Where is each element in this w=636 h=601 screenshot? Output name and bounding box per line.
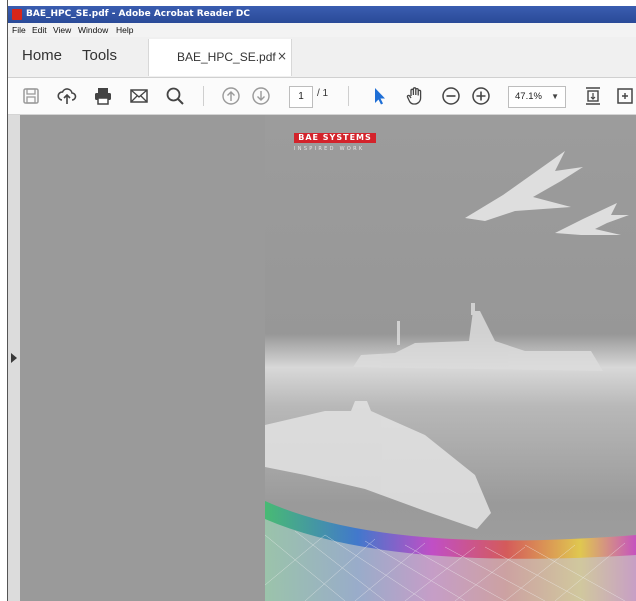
document-tab-label: BAE_HPC_SE.pdf [177,50,276,64]
page-total-label: / 1 [317,88,329,99]
jet-illustration [465,151,629,235]
menu-help[interactable]: Help [116,23,133,37]
toolbar: 1 / 1 47.1% ▼ [8,78,636,115]
more-tools-icon[interactable] [614,85,636,107]
document-canvas [21,115,265,601]
search-icon[interactable] [164,85,186,107]
pdf-page: BAE SYSTEMS INSPIRED WORK [265,115,636,601]
next-page-icon[interactable] [250,85,272,107]
save-icon[interactable] [20,85,42,107]
chevron-down-icon: ▼ [551,92,559,101]
menu-file[interactable]: File [12,23,26,37]
zoom-in-icon[interactable] [470,85,492,107]
page-number-input[interactable]: 1 [289,86,313,108]
upload-icon[interactable] [56,85,78,107]
menu-view[interactable]: View [53,23,71,37]
window-title: BAE_HPC_SE.pdf - Adobe Acrobat Reader DC [26,9,251,19]
tab-tools[interactable]: Tools [82,47,117,64]
acrobat-window: BAE_HPC_SE.pdf - Adobe Acrobat Reader DC… [0,0,636,601]
navigation-pane-collapsed[interactable] [8,115,21,601]
zoom-dropdown[interactable]: 47.1% ▼ [508,86,566,108]
print-icon[interactable] [92,85,114,107]
tab-document[interactable]: BAE_HPC_SE.pdf × [148,39,292,76]
cover-artwork [265,151,636,601]
prev-page-icon[interactable] [220,85,242,107]
acrobat-app-icon [12,9,22,20]
menu-edit[interactable]: Edit [32,23,47,37]
ship-illustration [353,303,603,371]
title-bar[interactable]: BAE_HPC_SE.pdf - Adobe Acrobat Reader DC [8,6,636,23]
submarine-illustration [265,401,491,529]
zoom-out-icon[interactable] [440,85,462,107]
hand-pan-icon[interactable] [404,85,426,107]
tab-home[interactable]: Home [22,47,62,64]
toolbar-separator [203,86,204,106]
select-pointer-icon[interactable] [368,85,390,107]
close-tab-icon[interactable]: × [277,49,287,63]
zoom-value: 47.1% [515,91,542,102]
bae-systems-logo: BAE SYSTEMS [294,133,376,143]
bae-tagline: INSPIRED WORK [294,146,365,152]
expand-pane-icon[interactable] [11,353,17,363]
menu-window[interactable]: Window [78,23,108,37]
toolbar-separator [348,86,349,106]
email-icon[interactable] [128,85,150,107]
fit-page-icon[interactable] [582,85,604,107]
tab-bar: Home Tools BAE_HPC_SE.pdf × [8,37,636,78]
menu-bar: File Edit View Window Help [8,23,636,37]
